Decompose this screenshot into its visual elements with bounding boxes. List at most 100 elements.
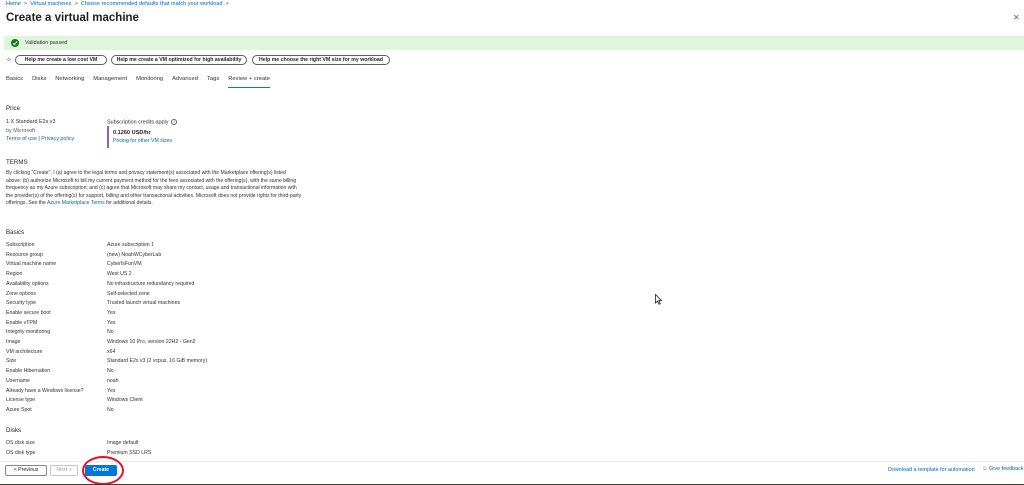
summary-row: Enable vTPM Yes: [6, 320, 506, 330]
summary-value: West US 2: [107, 271, 132, 278]
terms-text: By clicking "Create", I (a) agree to the…: [6, 170, 302, 208]
validation-banner: Validation passed: [4, 36, 1024, 50]
help-low-cost-button[interactable]: Help me create a low cost VM: [15, 55, 107, 65]
summary-label: License type: [6, 397, 36, 404]
summary-label: Security type: [6, 300, 36, 307]
summary-row: Username noah: [6, 378, 506, 388]
summary-label: Azure Spot: [6, 406, 32, 413]
summary-row: Already have a Windows license? Yes: [6, 388, 506, 398]
summary-label: Integrity monitoring: [6, 329, 51, 336]
checkmark-circle-icon: [11, 39, 19, 47]
summary-row: OS disk type Premium SSD LRS: [6, 450, 506, 460]
tab-advanced[interactable]: Advanced: [172, 76, 198, 88]
terms-heading: TERMS: [6, 159, 28, 166]
summary-label: Virtual machine name: [6, 261, 57, 268]
help-high-availability-button[interactable]: Help me create a VM optimized for high a…: [111, 55, 247, 65]
summary-label: Region: [6, 271, 23, 278]
summary-label: Availability options: [6, 280, 49, 287]
summary-label: Resource group: [6, 251, 43, 258]
summary-row: Image Windows 10 Pro, version 22H2 - Gen2: [6, 339, 506, 349]
pricing-other-sizes-link[interactable]: Pricing for other VM sizes: [113, 138, 189, 144]
feedback-icon: ☺: [982, 466, 988, 472]
summary-row: Enable secure boot Yes: [6, 310, 506, 320]
price-box: 0.1260 USD/hr Pricing for other VM sizes: [107, 126, 189, 148]
tab-monitoring[interactable]: Monitoring: [136, 76, 163, 88]
footer-divider: [0, 461, 1024, 462]
next-button[interactable]: Next >: [50, 465, 78, 476]
summary-value: Standard E2s v3 (2 vcpus, 16 GiB memory): [107, 358, 208, 365]
summary-row: Azure Spot No: [6, 407, 506, 417]
summary-row: Zone options Self-selected zone: [6, 291, 506, 301]
summary-row: Security type Trusted launch virtual mach…: [6, 300, 506, 310]
summary-label: Username: [6, 377, 30, 384]
summary-label: Subscription: [6, 242, 35, 248]
summary-label: OS disk type: [6, 449, 36, 456]
disks-heading: Disks: [6, 427, 22, 434]
highlight-circle: [82, 456, 124, 485]
breadcrumb-separator: >: [23, 1, 28, 7]
terms-of-use-link[interactable]: Terms of use: [6, 136, 37, 142]
feedback-label: Give feedback: [989, 466, 1024, 472]
breadcrumb-separator: >: [74, 1, 78, 7]
previous-button[interactable]: < Previous: [5, 465, 47, 476]
price-rate: 0.1260 USD/hr: [113, 130, 151, 136]
price-links: Terms of use | Privacy policy: [6, 136, 74, 142]
tab-basics[interactable]: Basics: [6, 76, 23, 88]
credits-label: Subscription credits apply i: [107, 119, 178, 126]
privacy-policy-link[interactable]: Privacy policy: [41, 136, 74, 142]
summary-value: Yes: [107, 387, 116, 394]
page-title: Create a virtual machine: [6, 12, 139, 24]
summary-row: Virtual machine name CyberIsFunVM: [6, 261, 506, 271]
summary-value: Windows 10 Pro, version 22H2 - Gen2: [107, 339, 196, 345]
validation-text: Validation passed: [25, 39, 68, 46]
summary-row: Resource group (new) NoahWCyberLab: [6, 252, 506, 262]
summary-value: No infrastructure redundancy required: [107, 280, 195, 287]
summary-value: Yes: [107, 319, 116, 326]
tab-networking[interactable]: Networking: [55, 76, 84, 88]
summary-label: Enable Hibernation: [6, 368, 51, 375]
summary-row: Subscription Azure subscription 1: [6, 242, 506, 252]
more-options-icon[interactable]: ···: [121, 14, 129, 23]
marketplace-terms-link[interactable]: Azure Marketplace Terms: [47, 200, 105, 206]
summary-value: No: [107, 368, 114, 375]
link-divider: |: [38, 136, 40, 142]
summary-row: Enable Hibernation No: [6, 368, 506, 378]
summary-label: Enable secure boot: [6, 309, 51, 316]
mouse-cursor-icon: [655, 293, 663, 307]
summary-value: No: [107, 329, 114, 336]
terms-tail: for additional details.: [106, 200, 153, 207]
summary-value: Premium SSD LRS: [107, 449, 152, 456]
summary-value: Azure subscription 1: [107, 242, 154, 248]
give-feedback-link[interactable]: ☺ Give feedback: [982, 466, 1023, 472]
price-vendor: by Microsoft: [6, 128, 36, 134]
breadcrumb-home[interactable]: Home: [6, 1, 21, 7]
info-icon[interactable]: i: [171, 119, 178, 125]
wizard-tabs: Basics Disks Networking Management Monit…: [6, 76, 279, 88]
tab-disks[interactable]: Disks: [32, 76, 46, 88]
summary-label: Image: [6, 339, 21, 345]
summary-value: noah: [107, 377, 119, 384]
breadcrumb-defaults[interactable]: Choose recommended defaults that match y…: [81, 1, 223, 7]
download-template-link[interactable]: Download a template for automation: [888, 467, 975, 473]
tab-review-create[interactable]: Review + create: [228, 76, 270, 88]
summary-label: VM architecture: [6, 348, 43, 355]
close-icon[interactable]: ✕: [1013, 13, 1020, 22]
summary-row: Availability options No infrastructure re…: [6, 281, 506, 291]
sparkle-icon: ✧: [6, 57, 12, 64]
tab-management[interactable]: Management: [93, 76, 127, 88]
summary-row: Size Standard E2s v3 (2 vcpus, 16 GiB mem…: [6, 358, 506, 368]
summary-label: Size: [6, 358, 17, 365]
summary-label: Already have a Windows license?: [6, 387, 84, 394]
summary-value: No: [107, 406, 114, 413]
basics-heading: Basics: [6, 229, 25, 236]
price-product: 1 X Standard E2s v3: [6, 119, 56, 125]
help-vm-size-button[interactable]: Help me choose the right VM size for my …: [252, 55, 390, 65]
summary-row: Region West US 2: [6, 271, 506, 281]
summary-value: x64: [107, 348, 116, 355]
breadcrumb-virtual-machines[interactable]: Virtual machines: [30, 1, 71, 7]
summary-value: (new) NoahWCyberLab: [107, 251, 162, 258]
credits-label-text: Subscription credits apply: [107, 119, 169, 126]
tab-tags[interactable]: Tags: [207, 76, 219, 88]
summary-value: Self-selected zone: [107, 290, 150, 297]
summary-row: Integrity monitoring No: [6, 329, 506, 339]
